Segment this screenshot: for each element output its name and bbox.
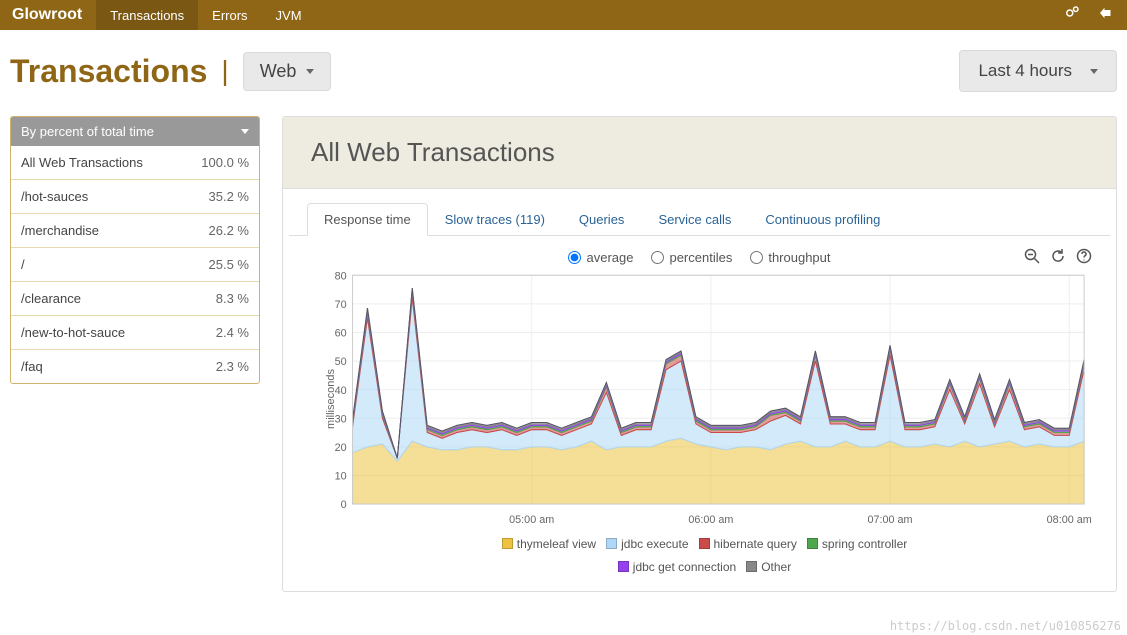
watermark: https://blog.csdn.net/u010856276 xyxy=(890,619,1121,633)
svg-text:10: 10 xyxy=(335,470,347,482)
legend-label[interactable]: Other xyxy=(761,560,791,574)
nav-item-transactions[interactable]: Transactions xyxy=(96,0,198,30)
layout: By percent of total time All Web Transac… xyxy=(10,116,1117,592)
transaction-sidebar: By percent of total time All Web Transac… xyxy=(10,116,260,384)
legend-swatch xyxy=(746,561,757,572)
transaction-name: /new-to-hot-sauce xyxy=(21,325,125,340)
svg-text:05:00 am: 05:00 am xyxy=(509,514,554,526)
refresh-icon[interactable] xyxy=(1050,248,1066,268)
tab-service-calls[interactable]: Service calls xyxy=(641,203,748,236)
transaction-pct: 25.5 % xyxy=(209,257,249,272)
chart-mode-radios: average percentiles throughput xyxy=(289,244,1110,265)
zoom-out-icon[interactable] xyxy=(1024,248,1040,268)
legend-swatch xyxy=(807,538,818,549)
sidebar-row[interactable]: /hot-sauces 35.2 % xyxy=(11,179,259,213)
legend-label[interactable]: spring controller xyxy=(822,537,907,551)
transaction-pct: 35.2 % xyxy=(209,189,249,204)
nav-links: TransactionsErrorsJVM xyxy=(96,0,315,30)
caret-down-icon xyxy=(241,129,249,134)
title-divider: | xyxy=(221,55,228,87)
sign-in-icon[interactable] xyxy=(1097,6,1115,25)
chart-area[interactable]: milliseconds 0102030405060708005:00 am06… xyxy=(325,269,1092,529)
chart-legend: thymeleaf view jdbc execute hibernate quer… xyxy=(289,529,1110,585)
legend-label[interactable]: thymeleaf view xyxy=(517,537,596,551)
transaction-name: /hot-sauces xyxy=(21,189,88,204)
tab-slow-traces-119-[interactable]: Slow traces (119) xyxy=(428,203,562,236)
svg-text:80: 80 xyxy=(335,270,347,282)
sidebar-sort-label: By percent of total time xyxy=(21,124,154,139)
transaction-pct: 2.4 % xyxy=(216,325,249,340)
legend-label[interactable]: hibernate query xyxy=(714,537,797,551)
transaction-type-label: Web xyxy=(260,61,297,82)
response-time-chart[interactable]: 0102030405060708005:00 am06:00 am07:00 a… xyxy=(325,269,1092,529)
y-axis-label: milliseconds xyxy=(325,369,337,429)
transaction-name: All Web Transactions xyxy=(21,155,143,170)
transaction-name: /faq xyxy=(21,359,43,374)
tab-continuous-profiling[interactable]: Continuous profiling xyxy=(748,203,897,236)
transaction-pct: 8.3 % xyxy=(216,291,249,306)
svg-text:06:00 am: 06:00 am xyxy=(688,514,733,526)
sidebar-row[interactable]: All Web Transactions 100.0 % xyxy=(11,146,259,179)
svg-text:07:00 am: 07:00 am xyxy=(867,514,912,526)
main-panel: All Web Transactions Response timeSlow t… xyxy=(282,116,1117,592)
navbar: Glowroot TransactionsErrorsJVM xyxy=(0,0,1127,30)
legend-swatch xyxy=(502,538,513,549)
radio-input-throughput[interactable] xyxy=(750,251,763,264)
time-range-label: Last 4 hours xyxy=(978,61,1072,81)
sidebar-sort-dropdown[interactable]: By percent of total time xyxy=(11,117,259,146)
legend-swatch xyxy=(618,561,629,572)
svg-text:50: 50 xyxy=(335,356,347,368)
transaction-pct: 26.2 % xyxy=(209,223,249,238)
brand[interactable]: Glowroot xyxy=(12,6,82,24)
page-header: Transactions | Web Last 4 hours xyxy=(10,50,1117,92)
panel-body: Response timeSlow traces (119)QueriesSer… xyxy=(283,189,1116,591)
sidebar-row[interactable]: / 25.5 % xyxy=(11,247,259,281)
page-title: Transactions xyxy=(10,53,207,90)
transaction-type-dropdown[interactable]: Web xyxy=(243,52,332,91)
gears-icon[interactable] xyxy=(1063,6,1081,25)
sidebar-row[interactable]: /clearance 8.3 % xyxy=(11,281,259,315)
svg-text:08:00 am: 08:00 am xyxy=(1047,514,1092,526)
tabs: Response timeSlow traces (119)QueriesSer… xyxy=(289,203,1110,236)
container: Transactions | Web Last 4 hours By perce… xyxy=(0,30,1127,598)
svg-text:20: 20 xyxy=(335,442,347,454)
tab-response-time[interactable]: Response time xyxy=(307,203,428,236)
legend-swatch xyxy=(606,538,617,549)
radio-throughput[interactable]: throughput xyxy=(750,250,830,265)
tab-queries[interactable]: Queries xyxy=(562,203,642,236)
caret-down-icon xyxy=(306,69,314,74)
svg-text:70: 70 xyxy=(335,299,347,311)
svg-text:0: 0 xyxy=(341,499,347,511)
sidebar-row[interactable]: /merchandise 26.2 % xyxy=(11,213,259,247)
panel-title: All Web Transactions xyxy=(311,137,1088,168)
svg-text:60: 60 xyxy=(335,327,347,339)
nav-item-jvm[interactable]: JVM xyxy=(262,0,316,30)
legend-label[interactable]: jdbc execute xyxy=(621,537,688,551)
legend-label[interactable]: jdbc get connection xyxy=(633,560,736,574)
chart-tools xyxy=(1024,248,1092,268)
radio-average[interactable]: average xyxy=(568,250,633,265)
transaction-pct: 100.0 % xyxy=(201,155,249,170)
transaction-name: / xyxy=(21,257,25,272)
legend-swatch xyxy=(699,538,710,549)
help-icon[interactable] xyxy=(1076,248,1092,268)
nav-item-errors[interactable]: Errors xyxy=(198,0,261,30)
radio-input-percentiles[interactable] xyxy=(651,251,664,264)
caret-down-icon xyxy=(1090,69,1098,74)
time-range-picker[interactable]: Last 4 hours xyxy=(959,50,1117,92)
transaction-name: /merchandise xyxy=(21,223,99,238)
navbar-right xyxy=(1063,6,1115,25)
sidebar-row[interactable]: /new-to-hot-sauce 2.4 % xyxy=(11,315,259,349)
transaction-name: /clearance xyxy=(21,291,81,306)
radio-input-average[interactable] xyxy=(568,251,581,264)
transaction-pct: 2.3 % xyxy=(216,359,249,374)
panel-header: All Web Transactions xyxy=(283,117,1116,189)
radio-percentiles[interactable]: percentiles xyxy=(651,250,732,265)
sidebar-row[interactable]: /faq 2.3 % xyxy=(11,349,259,383)
